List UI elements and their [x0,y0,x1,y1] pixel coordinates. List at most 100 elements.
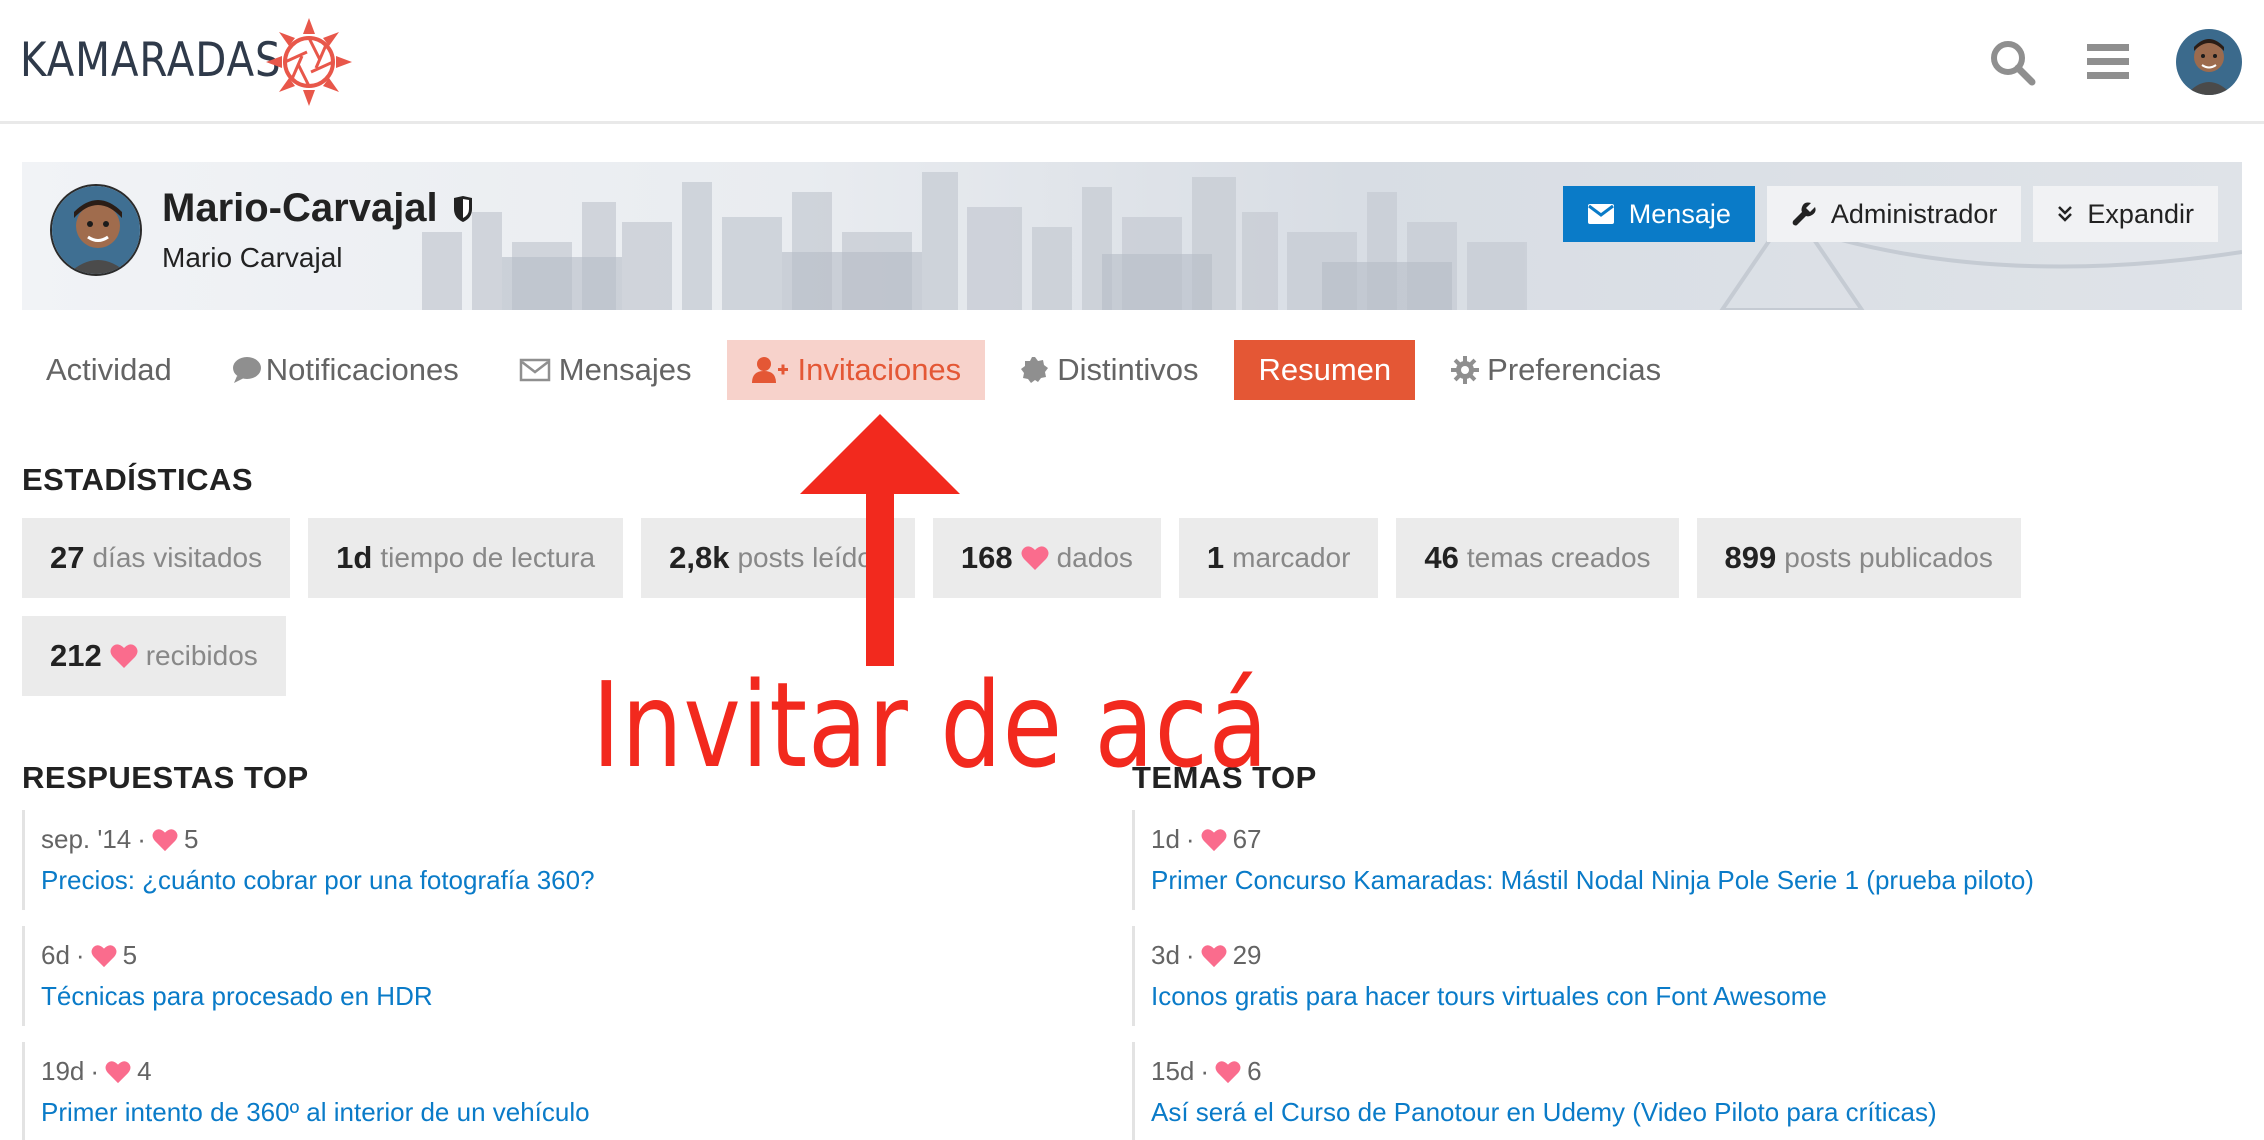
separator: · [90,1056,100,1086]
item-meta: 1d · 67 [1151,824,2222,855]
item-link[interactable]: Así será el Curso de Panotour en Udemy (… [1151,1097,2222,1128]
shield-icon [453,195,472,222]
profile-avatar[interactable] [50,184,142,276]
item-link[interactable]: Técnicas para procesado en HDR [41,981,1112,1012]
profile-username: Mario-Carvajal [162,186,474,231]
item-date: 6d [41,940,70,970]
item-date: 3d [1151,940,1180,970]
heart-icon [1021,546,1049,570]
message-button-label: Mensaje [1628,198,1731,229]
item-likes: 5 [183,824,199,854]
item-meta: 3d · 29 [1151,940,2222,971]
profile-banner: Mario-Carvajal Mario Carvajal Mensaje Ad… [22,162,2242,310]
stat-likes-received: 212 recibidos [22,616,286,696]
user-avatar[interactable] [2176,29,2242,95]
hamburger-menu-icon[interactable] [2080,34,2136,90]
list-item: 3d · 29 Iconos gratis para hacer tours v… [1132,926,2222,1026]
search-icon[interactable] [1984,34,2040,90]
aperture-logo-icon [266,18,352,106]
stat-posts-created: 899 posts publicados [1696,518,2021,598]
stat-value: 1 [1206,540,1225,575]
user-plus-icon [752,357,789,383]
tab-notifications[interactable]: Notificaciones [208,340,483,400]
item-link[interactable]: Iconos gratis para hacer tours virtuales… [1151,981,2222,1012]
separator: · [75,940,85,970]
item-date: 1d [1151,824,1180,854]
annotation-text: Invitar de acá [592,656,1269,794]
tab-label: Invitaciones [797,352,962,387]
item-likes: 4 [137,1056,152,1086]
separator: · [1185,824,1195,854]
tab-preferences[interactable]: Preferencias [1427,340,1685,400]
tab-label: Actividad [46,352,172,387]
top-topics-list: 1d · 67 Primer Concurso Kamaradas: Másti… [1132,810,2222,1140]
item-meta: sep. '14 · 5 [41,824,1112,855]
logo-text: KAMARADAS [20,32,282,88]
top-replies-list: sep. '14 · 5 Precios: ¿cuánto cobrar por… [22,810,1112,1140]
heart-icon [110,644,138,668]
site-logo[interactable]: KAMARADAS [20,18,352,106]
item-likes: 5 [122,940,138,970]
heart-icon [105,1060,131,1083]
profile-full-name: Mario Carvajal [162,242,343,273]
stat-label: tiempo de lectura [380,542,596,573]
item-link[interactable]: Primer Concurso Kamaradas: Mástil Nodal … [1151,865,2222,896]
stat-value: 27 [50,540,85,575]
item-link[interactable]: Primer intento de 360º al interior de un… [41,1097,1112,1128]
gear-icon [1451,356,1480,384]
list-item: 15d · 6 Así será el Curso de Panotour en… [1132,1042,2222,1140]
stat-label: posts publicados [1784,542,1993,573]
item-date: 19d [41,1056,85,1086]
tab-invites[interactable]: Invitaciones [727,340,986,400]
double-chevron-down-icon [2058,206,2073,222]
item-likes: 29 [1232,940,1262,970]
tab-label: Notificaciones [265,352,459,387]
expand-button[interactable]: Expandir [2033,186,2218,242]
site-header: KAMARADAS [0,0,2264,124]
admin-button-label: Administrador [1830,198,1998,229]
separator: · [1200,1056,1210,1086]
separator: · [1185,940,1195,970]
admin-button[interactable]: Administrador [1766,186,2022,242]
tab-label: Mensajes [558,352,692,387]
stat-value: 2,8k [669,540,730,575]
tab-badges[interactable]: Distintivos [997,340,1222,400]
stats-title: ESTADÍSTICAS [22,462,254,497]
item-meta: 19d · 4 [41,1056,1112,1087]
profile-actions: Mensaje Administrador Expandir [1562,186,2218,242]
envelope-icon [519,358,551,382]
heart-icon [1215,1060,1241,1083]
list-item: 6d · 5 Técnicas para procesado en HDR [22,926,1112,1026]
stat-value: 899 [1724,540,1777,575]
stat-value: 46 [1424,540,1459,575]
comment-icon [232,357,261,383]
item-date: sep. '14 [41,824,132,854]
stat-bookmarks: 1 marcador [1178,518,1379,598]
stat-days-visited: 27 días visitados [22,518,291,598]
envelope-icon [1587,204,1614,224]
tab-label: Preferencias [1487,352,1662,387]
separator: · [137,824,146,854]
profile-tabs: Actividad Notificaciones Mensajes Invita… [22,340,1697,400]
heart-icon [1201,828,1227,851]
message-button[interactable]: Mensaje [1562,186,1755,242]
item-link[interactable]: Precios: ¿cuánto cobrar por una fotograf… [41,865,1112,896]
stat-label: días visitados [92,542,263,573]
item-date: 15d [1151,1056,1195,1086]
header-icons [1984,26,2242,98]
stat-label: temas creados [1466,542,1651,573]
item-meta: 15d · 6 [1151,1056,2222,1087]
annotation-arrow-icon [800,414,960,666]
tab-messages[interactable]: Mensajes [495,340,716,400]
tab-label: Resumen [1258,352,1392,387]
stat-topics-created: 46 temas creados [1396,518,1679,598]
tab-summary[interactable]: Resumen [1234,340,1416,400]
tab-activity[interactable]: Actividad [22,340,196,400]
expand-button-label: Expandir [2087,198,2194,229]
stat-read-time: 1d tiempo de lectura [308,518,624,598]
username-text: Mario-Carvajal [162,186,438,230]
heart-icon [1201,944,1227,967]
stat-value: 212 [50,638,102,673]
stat-label: marcador [1232,542,1351,573]
item-likes: 6 [1247,1056,1262,1086]
